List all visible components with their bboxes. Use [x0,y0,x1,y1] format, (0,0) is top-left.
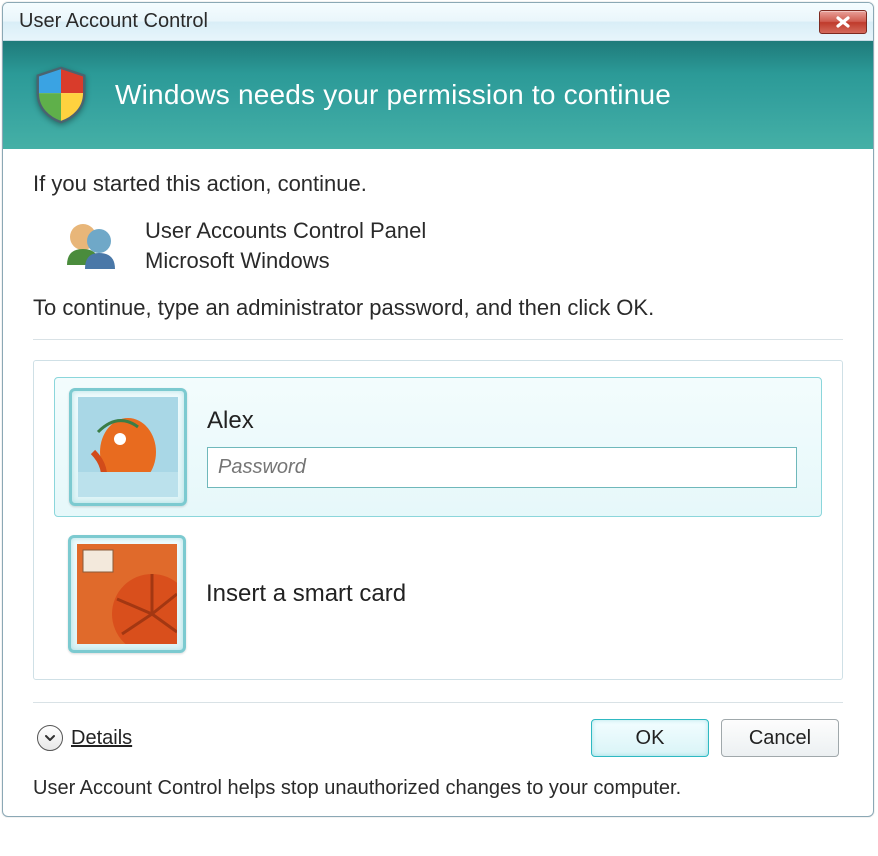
smartcard-icon [77,544,177,644]
user-accounts-icon [59,215,121,277]
instruction-password: To continue, type an administrator passw… [33,295,843,321]
smartcard-label: Insert a smart card [206,580,798,608]
avatar [78,397,178,497]
divider [33,702,843,703]
program-info-row: User Accounts Control Panel Microsoft Wi… [33,215,843,277]
credential-body: Alex [207,407,807,488]
instruction-continue: If you started this action, continue. [33,171,843,197]
password-input[interactable] [207,447,797,488]
content-area: If you started this action, continue. Us… [3,149,873,816]
credential-tile-smartcard[interactable]: Insert a smart card [54,525,822,663]
credential-tile-user[interactable]: Alex [54,377,822,517]
shield-icon [27,61,95,129]
ok-button[interactable]: OK [591,719,709,757]
avatar-frame [69,388,187,506]
button-row: Details OK Cancel [33,719,843,757]
footer-note: User Account Control helps stop unauthor… [33,777,843,800]
header-band: Windows needs your permission to continu… [3,41,873,149]
credential-tiles: Alex Insert a smart card [33,360,843,680]
window-title: User Account Control [19,10,208,33]
chevron-down-icon [37,725,63,751]
titlebar: User Account Control [3,3,873,41]
uac-dialog: User Account Control Windows needs your … [2,2,874,817]
program-info: User Accounts Control Panel Microsoft Wi… [145,216,426,275]
program-publisher: Microsoft Windows [145,246,426,276]
close-icon [835,16,851,28]
close-button[interactable] [819,10,867,34]
cancel-button[interactable]: Cancel [721,719,839,757]
smartcard-frame [68,535,186,653]
details-toggle[interactable]: Details [37,725,132,751]
details-label: Details [71,727,132,750]
program-name: User Accounts Control Panel [145,216,426,246]
divider [33,339,843,340]
username-label: Alex [207,407,797,435]
smartcard-body: Insert a smart card [206,580,808,608]
header-heading: Windows needs your permission to continu… [115,79,671,111]
